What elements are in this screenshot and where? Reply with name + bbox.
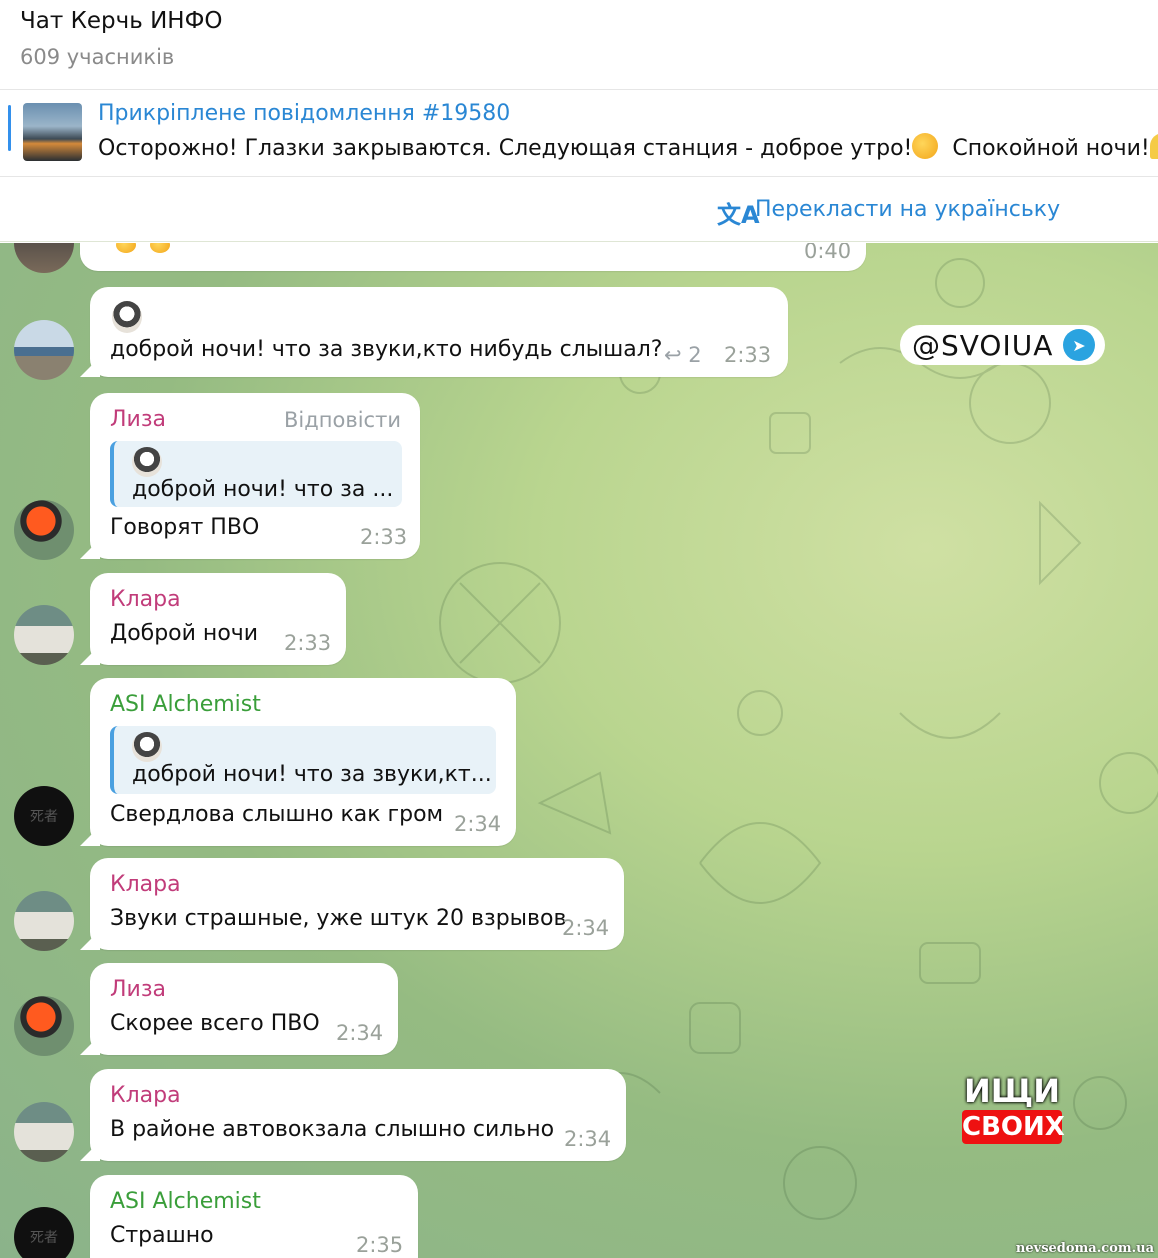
message-time: 2:33: [360, 525, 408, 549]
message-time: 2:34: [562, 916, 610, 940]
message-bubble[interactable]: Клара Доброй ночи 2:33: [90, 573, 346, 665]
memoji-icon: [112, 301, 142, 333]
message-text: Страшно: [110, 1223, 214, 1248]
pinned-indicator: [8, 105, 11, 151]
svoiua-label: @SVOIUA: [912, 328, 1054, 362]
avatar[interactable]: 死者: [14, 1207, 74, 1258]
ishchi-svoikh-watermark: ИЩИ СВОИХ: [962, 1072, 1065, 1144]
moon-emoji-icon: [1149, 133, 1158, 159]
message-bubble[interactable]: ASI Alchemist доброй ночи! что за звуки,…: [90, 678, 516, 846]
reply-quote[interactable]: доброй ночи! что за звуки,кт...: [110, 726, 496, 794]
svoikh-text: СВОИХ: [962, 1110, 1065, 1144]
ishchi-text: ИЩИ: [964, 1072, 1060, 1110]
message-bubble[interactable]: доброй ночи! что за звуки,кто нибудь слы…: [90, 287, 788, 377]
pinned-message-bar[interactable]: Прикріплене повідомлення #19580 Осторожн…: [0, 91, 1158, 177]
message-bubble[interactable]: ASI Alchemist Страшно 2:35: [90, 1175, 418, 1258]
emoji-icon: [116, 243, 136, 253]
sender-name[interactable]: Лиза: [110, 407, 166, 432]
message-time: 2:33: [724, 343, 772, 367]
message-bubble[interactable]: Клара В районе автовокзала слышно сильно…: [90, 1069, 626, 1161]
message-bubble[interactable]: Лиза Відповісти доброй ночи! что за ... …: [90, 393, 420, 559]
member-count: 609 учасників: [20, 45, 175, 69]
replies-number: 2: [688, 343, 702, 367]
translate-icon[interactable]: 文A: [717, 195, 760, 230]
avatar[interactable]: [14, 500, 74, 560]
kiss-emoji-icon: [912, 133, 939, 159]
telegram-icon: ➤: [1063, 329, 1096, 361]
memoji-icon: [132, 447, 162, 477]
message-text: доброй ночи! что за звуки,кто нибудь слы…: [110, 337, 663, 362]
chat-header[interactable]: Чат Керчь ИНФО 609 учасників: [0, 0, 1158, 90]
translate-button[interactable]: Перекласти на українську: [755, 197, 1060, 222]
message-time: 2:34: [564, 1127, 612, 1151]
avatar[interactable]: [14, 605, 74, 665]
avatar[interactable]: [14, 891, 74, 951]
message-time: 2:33: [284, 631, 332, 655]
svoiua-watermark: @SVOIUA ➤: [900, 325, 1106, 365]
reply-quote[interactable]: доброй ночи! что за ...: [110, 441, 402, 507]
message-text: Свердлова слышно как гром: [110, 802, 444, 827]
message-text: Скорее всего ПВО: [110, 1011, 320, 1036]
sender-name[interactable]: Клара: [110, 1083, 181, 1108]
reply-button[interactable]: Відповісти: [284, 408, 401, 432]
sender-name[interactable]: ASI Alchemist: [110, 1189, 261, 1214]
pinned-title: Прикріплене повідомлення #19580: [98, 101, 511, 126]
message-text: Звуки страшные, уже штук 20 взрывов: [110, 906, 567, 931]
message-text: Говорят ПВО: [110, 515, 260, 540]
message-time: 2:35: [356, 1233, 404, 1257]
avatar[interactable]: [14, 996, 74, 1056]
memoji-icon: [132, 732, 162, 762]
pinned-text: Осторожно! Глазки закрываются. Следующая…: [98, 133, 1158, 161]
avatar[interactable]: [14, 1102, 74, 1162]
pinned-text-tail: Спокойной ночи!: [952, 136, 1150, 161]
avatar[interactable]: 死者: [14, 786, 74, 846]
quote-text: доброй ночи! что за ...: [132, 477, 394, 502]
site-watermark: nevsedoma.com.ua: [1015, 1241, 1154, 1256]
message-time: 2:34: [336, 1021, 384, 1045]
translate-bar: 文A Перекласти на українську: [0, 178, 1158, 242]
quote-text: доброй ночи! что за звуки,кт...: [132, 762, 492, 787]
message-time: 2:34: [454, 812, 502, 836]
sender-name[interactable]: ASI Alchemist: [110, 692, 261, 717]
message-bubble[interactable]: 0:40: [80, 243, 866, 271]
pinned-text-main: Осторожно! Глазки закрываются. Следующая…: [98, 136, 913, 161]
message-time: 0:40: [804, 243, 852, 263]
message-text: Доброй ночи: [110, 621, 259, 646]
reply-arrow-icon: ↩: [664, 343, 682, 367]
message-text: В районе автовокзала слышно сильно: [110, 1117, 555, 1142]
pinned-thumbnail: [23, 103, 82, 161]
message-bubble[interactable]: Лиза Скорее всего ПВО 2:34: [90, 963, 398, 1055]
avatar[interactable]: [14, 320, 74, 380]
chat-title: Чат Керчь ИНФО: [20, 8, 223, 34]
sender-name[interactable]: Лиза: [110, 977, 166, 1002]
message-bubble[interactable]: Клара Звуки страшные, уже штук 20 взрыво…: [90, 858, 624, 950]
replies-count[interactable]: ↩ 2: [664, 343, 702, 367]
sender-name[interactable]: Клара: [110, 587, 181, 612]
sender-name[interactable]: Клара: [110, 872, 181, 897]
emoji-icon: [150, 243, 170, 253]
